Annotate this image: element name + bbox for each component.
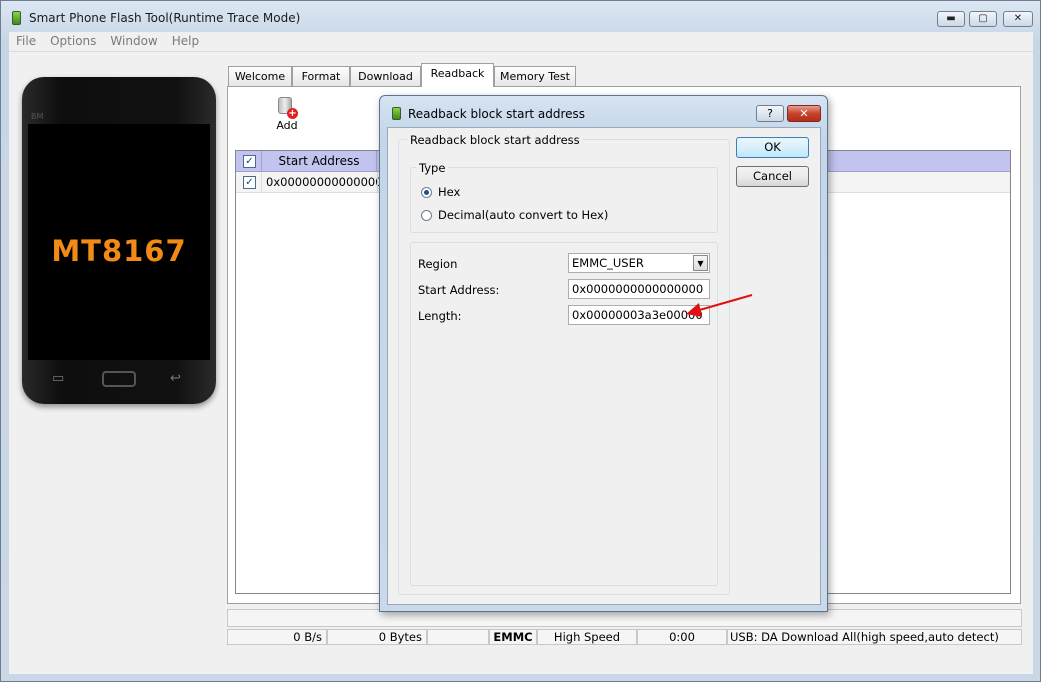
status-bar: 0 B/s 0 Bytes EMMC High Speed 0:00 USB: … <box>227 629 1022 645</box>
start-address-label: Start Address: <box>418 283 500 297</box>
minimize-button[interactable]: ▬ <box>937 11 965 27</box>
status-mode: High Speed <box>537 629 637 645</box>
close-button[interactable]: ✕ <box>1003 11 1033 27</box>
tab-format[interactable]: Format <box>292 66 350 86</box>
region-select[interactable]: EMMC_USER ▼ <box>568 253 710 273</box>
menu-bar: File Options Window Help <box>9 32 1033 52</box>
title-bar: Smart Phone Flash Tool(Runtime Trace Mod… <box>1 1 1040 33</box>
address-fields-group: Region EMMC_USER ▼ Start Address: 0x0000… <box>410 242 718 586</box>
phone-home-key-icon <box>102 371 136 387</box>
chip-label: MT8167 <box>51 234 187 268</box>
type-group: Type Hex Decimal(auto convert to Hex) <box>410 161 718 233</box>
row-divider <box>377 172 378 193</box>
help-button[interactable]: ? <box>756 105 784 122</box>
phone-image: BM MT8167 ▭ ↩ <box>22 77 216 404</box>
phone-back-key-icon: ↩ <box>170 371 181 386</box>
tab-memory-test[interactable]: Memory Test <box>494 66 576 86</box>
row-check-cell: ✓ <box>236 172 262 193</box>
dialog-body: Readback block start address Type Hex De… <box>387 127 821 605</box>
select-all-checkbox[interactable]: ✓ <box>243 155 256 168</box>
radio-hex-label[interactable]: Hex <box>438 185 460 199</box>
row-start-address: 0x0000000000000000 <box>266 175 398 189</box>
region-value: EMMC_USER <box>572 256 644 270</box>
radio-hex[interactable] <box>421 187 432 198</box>
add-button[interactable]: + Add <box>272 97 302 132</box>
chevron-down-icon[interactable]: ▼ <box>693 255 708 271</box>
radio-decimal-label[interactable]: Decimal(auto convert to Hex) <box>438 208 608 222</box>
menu-window[interactable]: Window <box>103 32 164 50</box>
phone-brand: BM <box>31 112 44 121</box>
dialog-close-button[interactable]: ✕ <box>787 105 821 122</box>
maximize-button[interactable]: ▢ <box>969 11 997 27</box>
region-label: Region <box>418 257 458 271</box>
tab-download[interactable]: Download <box>350 66 421 86</box>
status-usb: USB: DA Download All(high speed,auto det… <box>727 629 1022 645</box>
menu-help[interactable]: Help <box>165 32 206 50</box>
dialog-title: Readback block start address <box>408 107 586 121</box>
menu-file[interactable]: File <box>9 32 43 50</box>
status-empty <box>427 629 489 645</box>
ok-button[interactable]: OK <box>736 137 809 158</box>
phone-screen: MT8167 <box>28 124 210 360</box>
dialog-icon <box>392 107 401 120</box>
add-label: Add <box>276 119 298 132</box>
status-time: 0:00 <box>637 629 727 645</box>
type-label: Type <box>416 161 449 175</box>
menu-options[interactable]: Options <box>43 32 103 50</box>
status-bytes: 0 Bytes <box>327 629 427 645</box>
radio-decimal[interactable] <box>421 210 432 221</box>
start-address-group: Readback block start address Type Hex De… <box>398 133 730 595</box>
tab-readback[interactable]: Readback <box>421 63 494 87</box>
start-address-input[interactable]: 0x0000000000000000 <box>568 279 710 299</box>
phone-menu-key-icon: ▭ <box>52 371 65 386</box>
tab-welcome[interactable]: Welcome <box>228 66 292 86</box>
window-title: Smart Phone Flash Tool(Runtime Trace Mod… <box>29 11 301 25</box>
status-speed: 0 B/s <box>227 629 327 645</box>
status-storage: EMMC <box>489 629 537 645</box>
add-database-icon: + <box>278 97 298 119</box>
group-label: Readback block start address <box>407 133 583 147</box>
readback-dialog: Readback block start address ? ✕ Readbac… <box>379 95 828 612</box>
header-check-cell: ✓ <box>236 151 262 172</box>
row-checkbox[interactable]: ✓ <box>243 176 256 189</box>
app-icon <box>12 11 21 25</box>
header-start-address[interactable]: Start Address <box>262 151 377 172</box>
length-input[interactable]: 0x00000003a3e00000 <box>568 305 710 325</box>
length-label: Length: <box>418 309 462 323</box>
cancel-button[interactable]: Cancel <box>736 166 809 187</box>
